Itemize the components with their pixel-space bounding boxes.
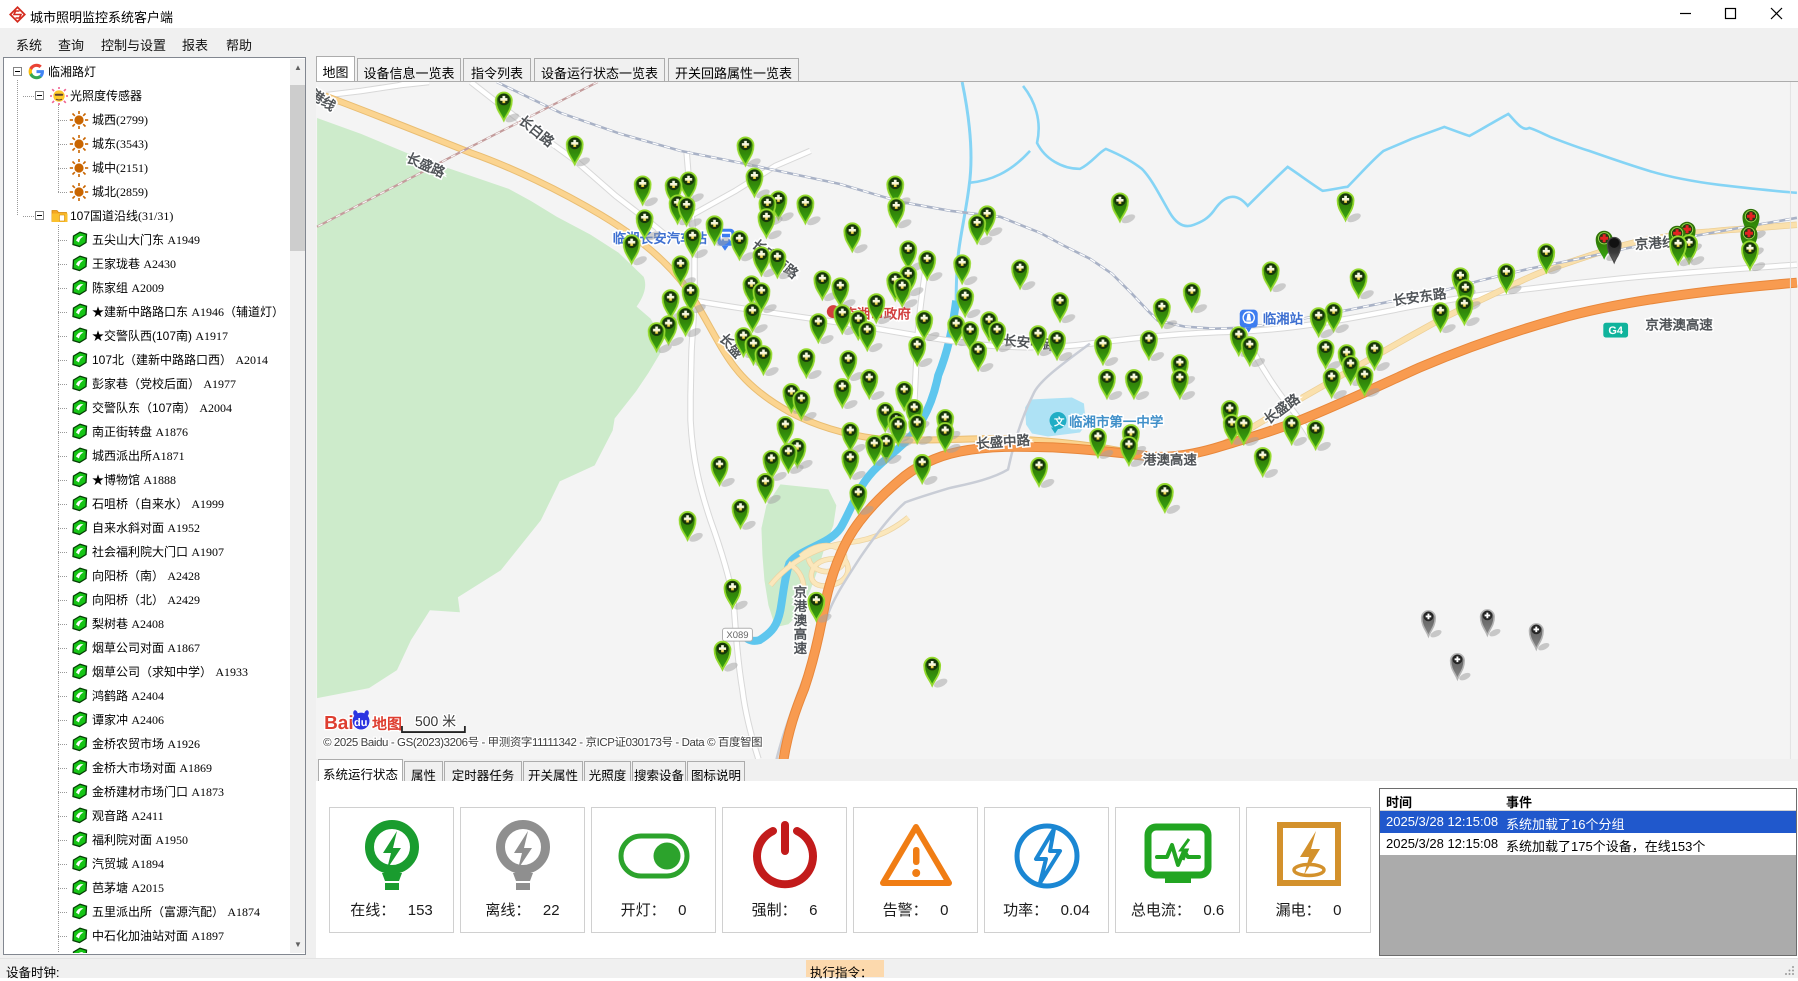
svg-text:速: 速 xyxy=(794,641,808,656)
svg-text:X089: X089 xyxy=(726,630,748,641)
svg-text:京: 京 xyxy=(794,585,807,600)
svg-text:文: 文 xyxy=(1053,416,1065,429)
svg-text:500 米: 500 米 xyxy=(415,713,456,729)
svg-text:临湘站: 临湘站 xyxy=(1263,312,1304,327)
svg-text:地图: 地图 xyxy=(372,716,402,733)
svg-text:京港澳高速: 京港澳高速 xyxy=(1645,318,1713,333)
svg-text:Bai: Bai xyxy=(324,713,354,734)
svg-text:港澳高速: 港澳高速 xyxy=(1143,452,1197,467)
svg-text:港: 港 xyxy=(794,599,808,614)
svg-text:高: 高 xyxy=(794,627,807,642)
svg-text:du: du xyxy=(354,717,367,729)
svg-text:澳: 澳 xyxy=(794,613,808,628)
svg-text:© 2025 Baidu - GS(2023)3206号 -: © 2025 Baidu - GS(2023)3206号 - 甲测资字11111… xyxy=(323,736,762,749)
svg-text:临湘市第一中学: 临湘市第一中学 xyxy=(1069,415,1164,430)
svg-text:G4: G4 xyxy=(1608,325,1624,337)
